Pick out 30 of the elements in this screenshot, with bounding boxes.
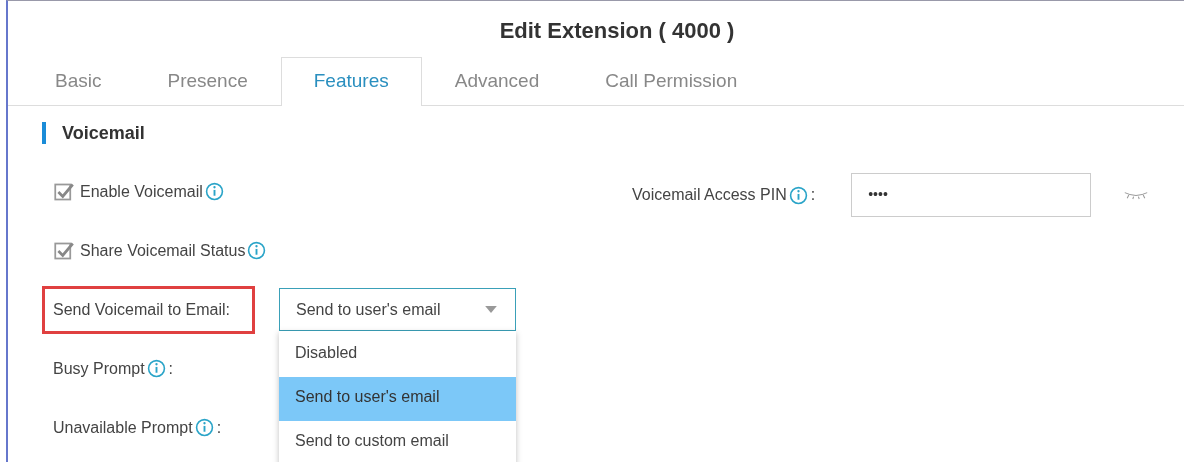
field-label: Busy Prompt (53, 359, 145, 378)
checkbox[interactable] (54, 181, 74, 202)
pin-field[interactable]: •••• (851, 173, 1092, 217)
tab[interactable]: Call Permission (572, 57, 771, 105)
colon: : (216, 418, 222, 437)
checkbox-label: Share Voicemail Status (80, 241, 246, 260)
colon: : (810, 186, 816, 204)
caret-icon (485, 306, 497, 313)
tab[interactable]: Presence (134, 57, 281, 105)
checkbox-label: Enable Voicemail (80, 182, 203, 201)
tab[interactable]: Features (280, 57, 422, 106)
field-label: Send Voicemail to Email: (42, 285, 255, 334)
info-icon[interactable] (204, 182, 224, 201)
dropdown-option[interactable]: Send to custom email (279, 421, 516, 462)
checkbox[interactable] (54, 240, 74, 261)
dropdown-option[interactable]: Send to user's email (279, 377, 516, 421)
dropdown-option[interactable]: Disabled (279, 333, 516, 377)
dialog-title: Edit Extension ( 4000 ) (498, 17, 736, 43)
section-title: Voicemail (42, 122, 1184, 144)
info-icon[interactable] (788, 185, 808, 205)
tab[interactable]: Basic (22, 57, 135, 105)
pin-label: Voicemail Access PIN (632, 186, 787, 204)
colon: : (168, 359, 174, 378)
tab[interactable]: Advanced (421, 57, 573, 105)
info-icon[interactable] (194, 418, 214, 437)
info-icon[interactable] (146, 359, 166, 378)
closed-eye-icon[interactable] (1124, 189, 1149, 201)
info-icon[interactable] (247, 241, 267, 260)
email-dropdown[interactable]: Send to user's email (279, 288, 516, 331)
field-label: Unavailable Prompt (53, 418, 193, 437)
